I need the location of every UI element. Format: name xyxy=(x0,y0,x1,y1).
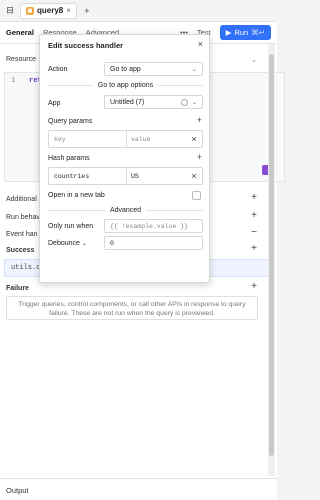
add-run-behavior-icon[interactable]: + xyxy=(251,210,257,221)
add-failure-icon[interactable]: + xyxy=(251,281,257,292)
play-icon: ▶ xyxy=(225,28,232,37)
query-key-input[interactable]: key xyxy=(49,131,127,147)
divider-line xyxy=(48,85,93,86)
line-number: 1 xyxy=(11,77,16,85)
action-select[interactable]: Go to app ⌄ xyxy=(104,62,203,76)
add-additional-icon[interactable]: + xyxy=(251,192,257,203)
add-query-param-icon[interactable]: + xyxy=(197,115,202,125)
resource-chevron-icon[interactable]: ⌄ xyxy=(251,56,257,64)
divider-line xyxy=(48,210,105,211)
divider-line xyxy=(158,85,204,86)
run-behavior-label: Run behav xyxy=(6,214,40,221)
only-run-when-label: Only run when xyxy=(48,223,94,230)
debounce-input[interactable]: 0 xyxy=(104,236,203,250)
run-label: Run xyxy=(234,28,249,37)
action-value: Go to app xyxy=(110,65,141,73)
output-panel[interactable]: Output xyxy=(0,478,277,500)
chevron-down-icon: ⌄ xyxy=(191,99,197,106)
scrollbar[interactable] xyxy=(268,44,275,476)
query-icon: ▣ xyxy=(26,6,34,15)
top-bar: ⊟ ▣ query8 × + xyxy=(0,0,277,22)
query-value-input[interactable]: value xyxy=(127,131,186,147)
hash-value-input[interactable]: US xyxy=(127,168,186,184)
edit-success-handler-modal: Edit success handler × Action Go to app … xyxy=(39,34,210,283)
action-label: Action xyxy=(48,66,68,73)
run-button[interactable]: ▶ Run ⌘↵ xyxy=(219,25,271,40)
hash-key-input[interactable]: countries xyxy=(49,168,127,184)
open-new-tab-label: Open in a new tab xyxy=(48,192,105,199)
only-run-when-input[interactable]: {{ !example.value }} xyxy=(104,219,203,233)
modal-title: Edit success handler xyxy=(48,41,124,50)
chevron-down-icon: ⌄ xyxy=(191,66,197,73)
tab-general[interactable]: General xyxy=(6,28,34,37)
advanced-label: Advanced xyxy=(109,207,142,214)
go-to-app-divider: Go to app options xyxy=(48,82,204,89)
divider-line xyxy=(146,210,204,211)
app-select-controls: ⌄ xyxy=(180,98,197,106)
close-icon[interactable]: × xyxy=(66,6,71,15)
query-name: query8 xyxy=(37,6,64,15)
failure-empty-state: Trigger queries, control components, or … xyxy=(6,296,258,320)
close-icon[interactable]: × xyxy=(198,39,203,49)
additional-label: Additional xyxy=(6,196,37,203)
debounce-text: Debounce xyxy=(48,240,80,247)
failure-label: Failure xyxy=(6,285,29,292)
app-value: Untitled (7) xyxy=(110,98,145,106)
advanced-divider: Advanced xyxy=(48,207,204,214)
remove-icon[interactable]: × xyxy=(186,168,202,184)
success-label: Success xyxy=(6,247,35,254)
app-select[interactable]: Untitled (7) ⌄ xyxy=(104,95,203,109)
scrollbar-thumb[interactable] xyxy=(269,54,274,456)
collapse-icon[interactable]: ⊟ xyxy=(4,5,16,17)
output-label: Output xyxy=(6,486,29,495)
plus-icon[interactable]: + xyxy=(81,5,93,17)
query-params-label: Query params xyxy=(48,118,93,125)
event-handlers-label: Event han xyxy=(6,231,38,238)
app-label: App xyxy=(48,100,61,107)
chevron-down-icon: ⌄ xyxy=(81,241,87,247)
run-shortcut: ⌘↵ xyxy=(251,28,265,37)
clear-icon[interactable] xyxy=(180,98,188,106)
resource-label: Resource xyxy=(6,56,36,63)
add-success-icon[interactable]: + xyxy=(251,243,257,254)
open-new-tab-checkbox[interactable] xyxy=(192,191,201,200)
query-param-row: key value × xyxy=(48,130,203,148)
remove-icon[interactable]: × xyxy=(186,131,202,147)
add-hash-param-icon[interactable]: + xyxy=(197,152,202,162)
hash-param-row: countries US × xyxy=(48,167,203,185)
debounce-label[interactable]: Debounce ⌄ xyxy=(48,240,87,247)
collapse-event-icon[interactable]: − xyxy=(251,227,257,238)
hash-params-label: Hash params xyxy=(48,155,90,162)
go-to-app-options-label: Go to app options xyxy=(97,82,154,89)
query-tab[interactable]: ▣ query8 × xyxy=(20,2,77,19)
